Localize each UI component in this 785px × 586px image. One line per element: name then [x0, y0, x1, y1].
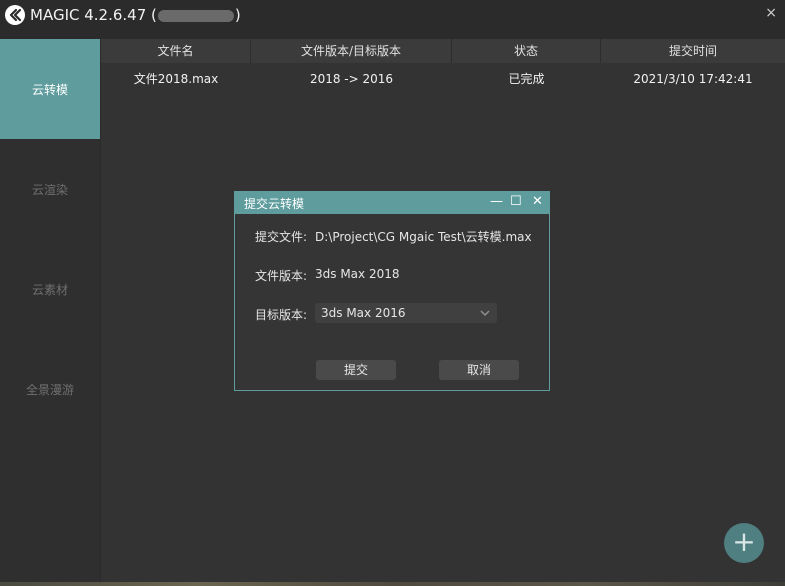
window-close-button[interactable]: × — [765, 5, 777, 21]
table-header: 文件名 文件版本/目标版本 状态 提交时间 — [101, 39, 785, 63]
cancel-button[interactable]: 取消 — [439, 360, 519, 380]
target-label: 目标版本: — [255, 308, 308, 322]
cell-filename: 文件2018.max — [133, 72, 219, 86]
target-version-select[interactable]: 3ds Max 2016 — [315, 303, 497, 323]
sidebar-item-cloud-assets[interactable]: 云素材 — [0, 239, 100, 339]
cell-time: 2021/3/10 17:42:41 — [633, 72, 753, 86]
file-label: 提交文件: — [255, 230, 308, 244]
app-title-text: MAGIC 4.2.6.47 ( — [30, 6, 157, 24]
sidebar-item-label: 云渲染 — [31, 182, 68, 197]
submit-button[interactable]: 提交 — [316, 360, 396, 380]
target-version-value: 3ds Max 2016 — [321, 306, 406, 320]
cell-status: 已完成 — [508, 72, 545, 86]
version-label: 文件版本: — [255, 269, 308, 283]
cell-version: 2018 -> 2016 — [309, 72, 394, 86]
column-header-time[interactable]: 提交时间 — [601, 39, 785, 63]
column-header-version[interactable]: 文件版本/目标版本 — [251, 39, 452, 63]
close-icon[interactable]: ✕ — [532, 193, 543, 211]
minimize-icon[interactable]: — — [490, 193, 503, 211]
chevron-down-icon — [480, 310, 490, 317]
sidebar-item-panorama-tour[interactable]: 全景漫游 — [0, 339, 100, 439]
add-task-button[interactable]: + — [724, 523, 764, 563]
dialog-title-bar[interactable]: 提交云转模 — ☐ ✕ — [235, 192, 549, 214]
file-path: D:\Project\CG Mgaic Test\云转模.max — [315, 230, 532, 244]
sidebar-item-label: 全景漫游 — [25, 382, 74, 397]
sidebar-item-label: 云素材 — [31, 282, 68, 297]
background-strip — [0, 582, 785, 586]
dialog-title: 提交云转模 — [244, 197, 305, 211]
submit-convert-dialog: 提交云转模 — ☐ ✕ 提交文件: D:\Project\CG Mgaic Te… — [234, 191, 550, 391]
title-bar: MAGIC 4.2.6.47 () × — [0, 0, 785, 38]
table-row[interactable]: 文件2018.max 2018 -> 2016 已完成 2021/3/10 17… — [101, 63, 785, 95]
version-value: 3ds Max 2018 — [315, 267, 400, 281]
maximize-icon[interactable]: ☐ — [510, 193, 522, 211]
sidebar-item-cloud-render[interactable]: 云渲染 — [0, 139, 100, 239]
magic-logo-icon — [5, 5, 25, 25]
app-title-suffix: ) — [234, 6, 241, 24]
column-header-status[interactable]: 状态 — [452, 39, 601, 63]
column-header-filename[interactable]: 文件名 — [101, 39, 251, 63]
sidebar: 云转模 云渲染 云素材 全景漫游 — [0, 39, 100, 586]
sidebar-item-cloud-convert[interactable]: 云转模 — [0, 39, 100, 139]
sidebar-item-label: 云转模 — [31, 82, 68, 97]
app-title: MAGIC 4.2.6.47 () — [30, 6, 241, 24]
redacted-text — [157, 9, 234, 22]
